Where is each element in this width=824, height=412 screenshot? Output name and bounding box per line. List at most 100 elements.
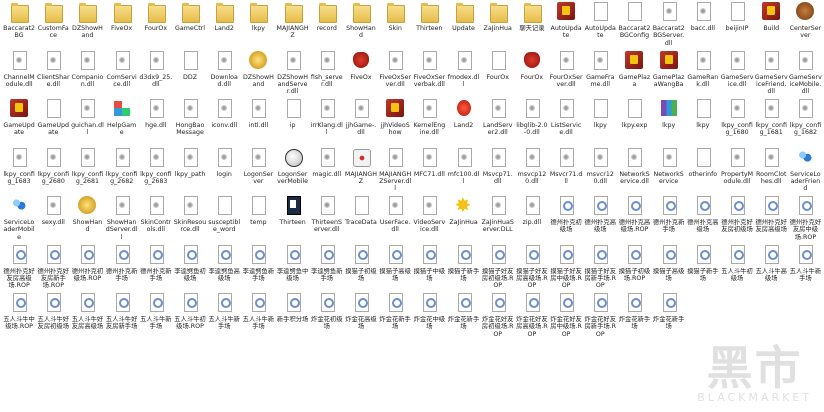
file-item[interactable]: lkpy_config_1682 (788, 97, 822, 146)
file-item[interactable]: 德州扑克初级场.ROP (70, 243, 104, 292)
file-item[interactable]: lkpy (241, 0, 275, 49)
file-item[interactable]: 摸猫子高级场 (378, 243, 412, 292)
file-item[interactable]: RoomClothes.dll (754, 146, 788, 195)
file-item[interactable]: 德州扑克高级场 (686, 194, 720, 243)
file-item[interactable]: FiveOx (344, 49, 378, 98)
file-item[interactable]: 炸金花好友房初级场.ROP (481, 291, 515, 340)
file-item[interactable]: 摸猫子中级场 (412, 243, 446, 292)
file-item[interactable]: Land2 (446, 97, 480, 146)
file-item[interactable]: ZaJinHua (481, 0, 515, 49)
file-item[interactable]: CustomFace (36, 0, 70, 49)
file-item[interactable]: temp (241, 194, 275, 243)
file-item[interactable]: lkpy_path (173, 146, 207, 195)
file-item[interactable]: lkpy_config_1681 (754, 97, 788, 146)
file-item[interactable]: Skin (378, 0, 412, 49)
file-item[interactable]: GameServiceMobile.dll (788, 49, 822, 98)
file-item[interactable]: GamePlazaWangBa (652, 49, 686, 98)
file-item[interactable]: FourOxServer.dll (549, 49, 583, 98)
file-item[interactable]: 摸猫子好友房高级场.ROP (515, 243, 549, 292)
file-item[interactable]: 炸金花新手场 (378, 291, 412, 340)
file-item[interactable]: 李逵劈鱼新手场 (241, 243, 275, 292)
file-item[interactable]: UserFace.dll (378, 194, 412, 243)
file-item[interactable]: Baccarat2BGServer.dll (652, 0, 686, 49)
file-item[interactable]: bacc.dll (686, 0, 720, 49)
file-item[interactable]: 李逵劈鱼新手场 (310, 243, 344, 292)
file-item[interactable]: HongBaoMessage (173, 97, 207, 146)
file-item[interactable]: Baccarat2BG (2, 0, 36, 49)
file-item[interactable]: 炸金花高级场 (344, 291, 378, 340)
file-item[interactable]: 李逵劈鱼初级场 (173, 243, 207, 292)
file-item[interactable]: Update (446, 0, 480, 49)
file-item[interactable]: otherinfo (686, 146, 720, 195)
file-item[interactable]: FiveOxServer.dll (378, 49, 412, 98)
file-item[interactable]: 五人斗牛好友房初级场 (36, 291, 70, 340)
file-item[interactable]: 德州扑克好友房新手场.ROP (36, 243, 70, 292)
file-item[interactable]: GameService.dll (720, 49, 754, 98)
file-item[interactable]: 炸金花好友房中级场.ROP (549, 291, 583, 340)
file-item[interactable]: msvcp120.dll (515, 146, 549, 195)
file-item[interactable]: 德州扑克高级场 (583, 194, 617, 243)
file-item[interactable]: 五人斗牛新手场 (788, 243, 822, 292)
file-item[interactable]: d3dx9_25.dll (139, 49, 173, 98)
file-item[interactable]: 五人斗牛初级场.ROP (173, 291, 207, 340)
file-item[interactable]: 摸猫子初级场 (344, 243, 378, 292)
file-item[interactable]: DZShowHand (70, 0, 104, 49)
file-item[interactable]: fish_server.dll (310, 49, 344, 98)
file-item[interactable]: 炸金花好友房新手场.ROP (583, 291, 617, 340)
file-item[interactable]: ip (276, 97, 310, 146)
file-item[interactable]: ZaJinHua (446, 194, 480, 243)
file-item[interactable]: FourOx (139, 0, 173, 49)
file-item[interactable]: 摸猫子新手场 (446, 243, 480, 292)
file-item[interactable]: GameServiceFriend.dll (754, 49, 788, 98)
file-item[interactable]: 德州扑克高级场.ROP (617, 194, 651, 243)
file-item[interactable]: lkpy_config_1683 (2, 146, 36, 195)
file-item[interactable]: Baccarat2BGConfig (617, 0, 651, 49)
file-item[interactable]: GameFrame.dll (583, 49, 617, 98)
file-item[interactable]: Build (754, 0, 788, 49)
file-item[interactable]: fmodex.dll (446, 49, 480, 98)
file-item[interactable]: SkinResource.dll (173, 194, 207, 243)
file-item[interactable]: CenterServer (788, 0, 822, 49)
file-item[interactable]: HelpGame (105, 97, 139, 146)
file-item[interactable]: record (310, 0, 344, 49)
file-item[interactable]: jjhGame-.dll (344, 97, 378, 146)
file-item[interactable]: Msvcr71.dll (549, 146, 583, 195)
file-item[interactable]: PropertyModule.dll (720, 146, 754, 195)
file-item[interactable]: ThirteenServer.dll (310, 194, 344, 243)
file-item[interactable]: 摸猫子好友房初级场.ROP (481, 243, 515, 292)
file-item[interactable]: 德州扑克好友房中级场.ROP (788, 194, 822, 243)
file-item[interactable]: AutoUpdate (583, 0, 617, 49)
file-item[interactable]: GameCtrl (173, 0, 207, 49)
file-item[interactable]: FourOx (481, 49, 515, 98)
file-item[interactable]: 五人斗牛高级场 (754, 243, 788, 292)
file-item[interactable]: zip.dll (515, 194, 549, 243)
file-item[interactable]: libglib-2.0-0.dll (515, 97, 549, 146)
file-item[interactable]: ShowHand (70, 194, 104, 243)
file-item[interactable]: 李逵劈鱼高级场 (207, 243, 241, 292)
file-item[interactable]: 聊天记录 (515, 0, 549, 49)
file-item[interactable]: 炸金花初级场 (310, 291, 344, 340)
file-item[interactable]: jjhVideoShow (378, 97, 412, 146)
file-item[interactable]: AutoUpdate (549, 0, 583, 49)
file-item[interactable]: lkpy_config_2681 (70, 146, 104, 195)
file-item[interactable]: DZShowHandServer.dll (276, 49, 310, 98)
file-item[interactable]: lkpy (652, 97, 686, 146)
file-item[interactable]: VideoService.dll (412, 194, 446, 243)
file-item[interactable]: LandServer2.dll (481, 97, 515, 146)
file-item[interactable]: 德州扑克好友房高级场.ROP (2, 243, 36, 292)
file-item[interactable]: 德州扑克新手场 (139, 243, 173, 292)
file-item[interactable]: ChannelModule.dll (2, 49, 36, 98)
file-item[interactable]: 炸金花新手场 (446, 291, 480, 340)
file-item[interactable]: Thirteen (276, 194, 310, 243)
file-item[interactable]: lkpy.exp (617, 97, 651, 146)
file-item[interactable]: MAJIANGHZ (276, 0, 310, 49)
file-item[interactable]: 摸猫子新手场 (686, 243, 720, 292)
file-item[interactable]: SkinControls.dll (139, 194, 173, 243)
file-item[interactable]: LogonServerMobile (276, 146, 310, 195)
file-item[interactable]: hge.dll (139, 97, 173, 146)
file-item[interactable]: GameRank.dll (686, 49, 720, 98)
file-item[interactable]: susceptible_word (207, 194, 241, 243)
file-item[interactable]: ShowHandServer.dll (105, 194, 139, 243)
file-item[interactable]: 摸猫子好友房中级场.ROP (549, 243, 583, 292)
file-item[interactable]: lkpy_config_1680 (720, 97, 754, 146)
